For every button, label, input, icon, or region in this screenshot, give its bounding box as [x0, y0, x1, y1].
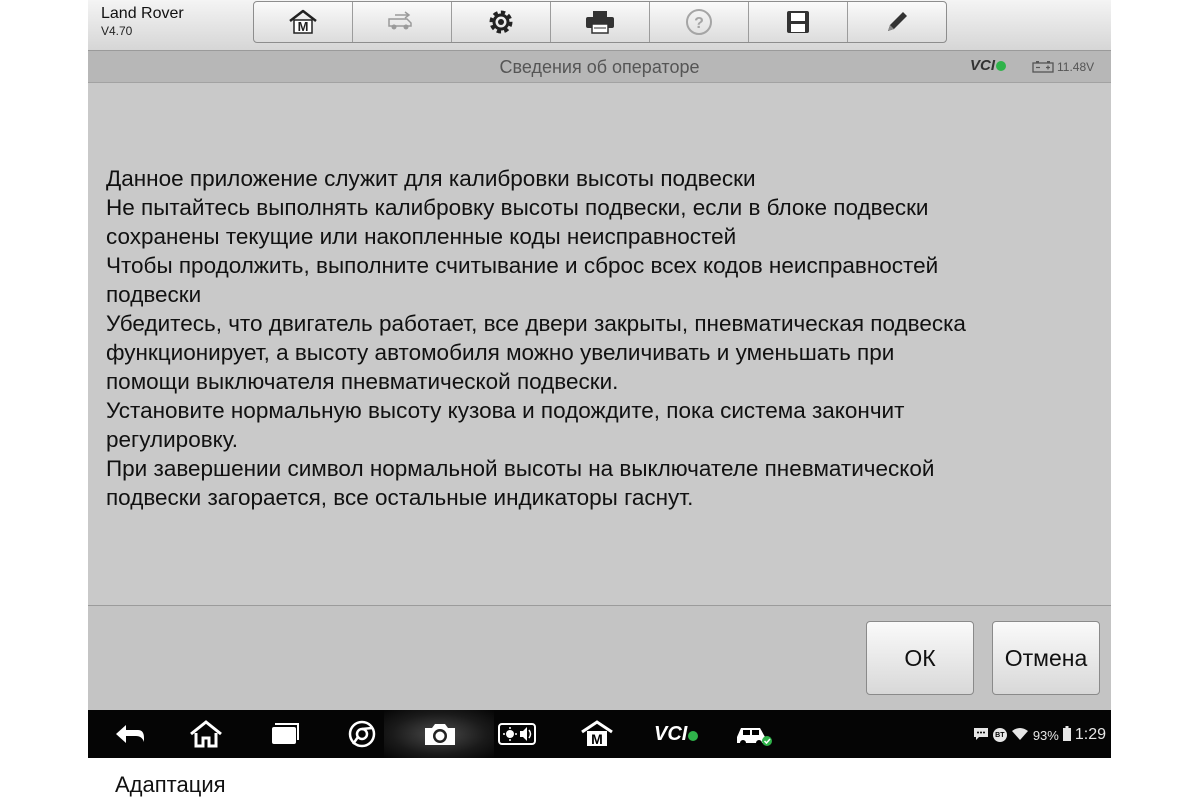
home-button[interactable]: M: [254, 2, 353, 42]
ok-button[interactable]: ОК: [866, 621, 974, 695]
instruction-line: регулировку.: [106, 427, 239, 452]
home-icon[interactable]: [188, 720, 224, 753]
instruction-line: функционирует, а высоту автомобиля можно…: [106, 340, 895, 365]
pencil-icon: [883, 8, 911, 36]
settings-button[interactable]: [452, 2, 551, 42]
instruction-line: Чтобы продолжить, выполните считывание и…: [106, 253, 939, 278]
chat-icon: [973, 727, 989, 744]
svg-text:M: M: [298, 19, 309, 34]
instruction-line: помощи выключателя пневматической подвес…: [106, 369, 619, 394]
top-bar: Land Rover V4.70 M ?: [88, 0, 1111, 51]
car-battery-icon: [1032, 60, 1054, 78]
device-battery-icon: [1062, 726, 1071, 744]
camera-icon[interactable]: [422, 720, 458, 753]
gear-icon: [486, 7, 516, 37]
instruction-line: подвески: [106, 282, 202, 307]
maxisys-home-icon[interactable]: M: [580, 720, 614, 753]
vehicle-swap-icon: [385, 11, 419, 33]
battery-voltage: 11.48V: [1057, 60, 1095, 74]
save-button[interactable]: [749, 2, 848, 42]
recent-apps-icon[interactable]: [268, 720, 300, 753]
print-button[interactable]: [551, 2, 650, 42]
vci-label: VCI: [970, 57, 996, 74]
instruction-line: Не пытайтесь выполнять калибровку высоты…: [106, 195, 929, 220]
toolbar: M ?: [253, 1, 947, 43]
image-caption: Адаптация: [115, 772, 226, 797]
android-nav-bar: M VCI BT 93% 1:29: [88, 710, 1111, 758]
battery-percent: 93%: [1032, 727, 1059, 743]
app-name: Land Rover: [101, 5, 184, 22]
button-bar: ОК Отмена: [88, 605, 1111, 710]
vci-nav-icon[interactable]: VCI: [654, 723, 699, 746]
clock: 1:29: [1074, 726, 1106, 743]
vci-connected-icon: [996, 61, 1007, 71]
page-title: Сведения об операторе: [499, 57, 700, 77]
save-icon: [785, 9, 811, 35]
help-button[interactable]: ?: [650, 2, 749, 42]
instruction-line: подвески загорается, все остальные индик…: [106, 485, 694, 510]
vci-nav-label: VCI: [654, 723, 688, 745]
brightness-volume-icon[interactable]: [498, 720, 536, 753]
back-icon[interactable]: [112, 720, 148, 753]
instruction-line: При завершении символ нормальной высоты …: [106, 456, 935, 481]
instruction-line: Установите нормальную высоту кузова и по…: [106, 398, 905, 423]
svg-text:?: ?: [694, 15, 704, 32]
home-m-icon: M: [288, 9, 318, 35]
help-icon: ?: [685, 8, 713, 36]
content-area: Данное приложение служит для калибровки …: [88, 83, 1111, 605]
vehicle-connected-icon[interactable]: [734, 720, 774, 753]
printer-icon: [584, 9, 616, 35]
title-bar: Сведения об операторе VCI 11.48V: [88, 51, 1111, 83]
vci-status: VCI: [970, 57, 1007, 74]
edit-button[interactable]: [848, 2, 946, 42]
vehicle-swap-button[interactable]: [353, 2, 452, 42]
cancel-button[interactable]: Отмена: [992, 621, 1100, 695]
chrome-icon[interactable]: [346, 720, 378, 753]
brand: Land Rover V4.70: [101, 5, 184, 39]
app-version: V4.70: [101, 24, 133, 38]
instruction-line: Убедитесь, что двигатель работает, все д…: [106, 311, 966, 336]
wifi-icon: [1011, 727, 1029, 744]
instruction-text: Данное приложение служит для калибровки …: [106, 164, 1096, 512]
instruction-line: Данное приложение служит для калибровки …: [106, 166, 756, 191]
app-window: Land Rover V4.70 M ? Сведения об операто…: [88, 0, 1111, 758]
vci-nav-connected-icon: [688, 731, 699, 741]
svg-text:M: M: [591, 731, 603, 747]
status-area: BT 93% 1:29: [973, 726, 1106, 744]
instruction-line: сохранены текущие или накопленные коды н…: [106, 224, 737, 249]
bluetooth-icon: BT: [992, 728, 1007, 742]
